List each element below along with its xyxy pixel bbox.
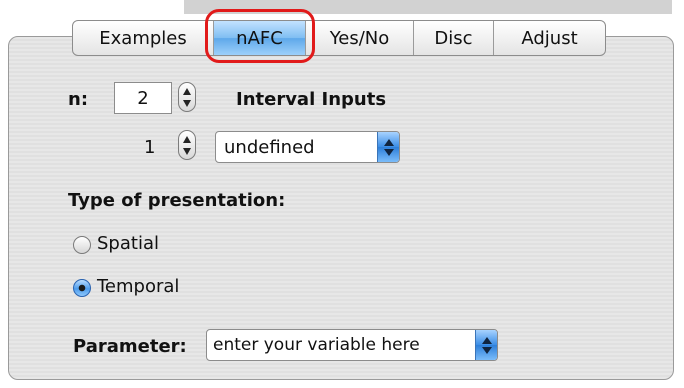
n-label: n: (68, 89, 89, 110)
interval-stepper[interactable] (178, 130, 196, 160)
n-field[interactable]: 2 (114, 82, 172, 114)
interval-popup-value: undefined (224, 136, 315, 158)
radio-spatial-label[interactable]: Spatial (97, 233, 159, 254)
selected-tab-highlight (205, 9, 315, 63)
interval-index: 1 (144, 137, 156, 158)
popup-arrows-icon[interactable] (475, 330, 497, 360)
popup-down-arrow-icon (481, 346, 492, 354)
popup-up-arrow-icon (481, 336, 492, 344)
tab-bar: Examples nAFC Yes/No Disc Adjust (72, 20, 606, 56)
interval-popup[interactable]: undefined (215, 131, 400, 163)
parameter-popup-value[interactable]: enter your variable here (207, 335, 475, 355)
radio-spatial[interactable] (73, 236, 91, 254)
tab-examples[interactable]: Examples (73, 21, 213, 55)
radio-temporal[interactable] (73, 279, 91, 297)
presentation-label: Type of presentation: (68, 190, 286, 211)
popup-arrows-icon[interactable] (377, 132, 399, 162)
tab-disc[interactable]: Disc (413, 21, 493, 55)
n-stepper[interactable] (178, 82, 196, 112)
tab-adjust[interactable]: Adjust (493, 21, 605, 55)
stepper-down-icon[interactable] (182, 147, 192, 156)
interval-inputs-label: Interval Inputs (236, 89, 387, 110)
stepper-up-icon[interactable] (182, 87, 192, 96)
radio-temporal-label[interactable]: Temporal (97, 276, 179, 297)
stepper-down-icon[interactable] (182, 99, 192, 108)
stepper-up-icon[interactable] (182, 135, 192, 144)
popup-up-arrow-icon (383, 138, 394, 146)
tab-yes-no[interactable]: Yes/No (305, 21, 413, 55)
parameter-label: Parameter: (73, 336, 187, 357)
parameter-popup[interactable]: enter your variable here (206, 329, 498, 361)
popup-down-arrow-icon (383, 148, 394, 156)
